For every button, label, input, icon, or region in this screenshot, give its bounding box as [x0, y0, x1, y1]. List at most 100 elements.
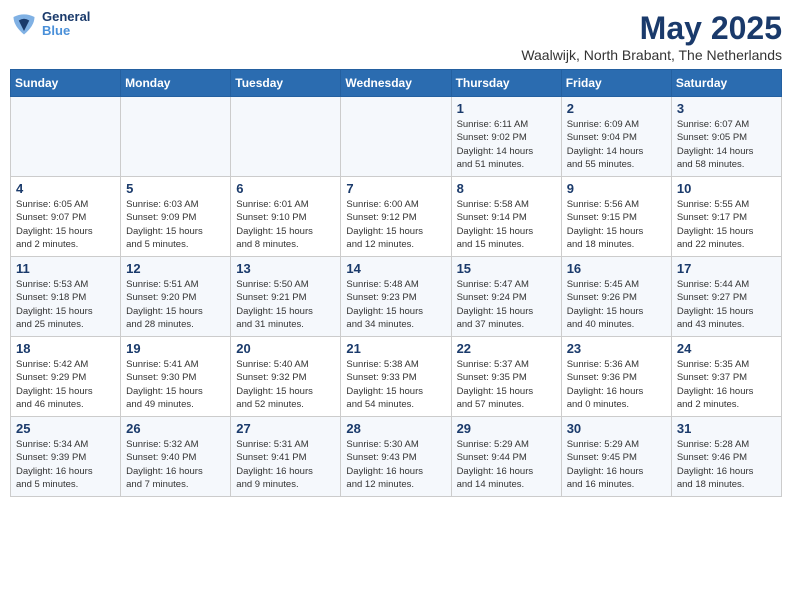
- day-of-week-header: Tuesday: [231, 70, 341, 97]
- day-info: Sunrise: 6:00 AM Sunset: 9:12 PM Dayligh…: [346, 198, 445, 251]
- calendar-cell: 18 Sunrise: 5:42 AM Sunset: 9:29 PM Dayli…: [11, 337, 121, 417]
- day-info: Sunrise: 5:37 AM Sunset: 9:35 PM Dayligh…: [457, 358, 556, 411]
- title-area: May 2025 Waalwijk, North Brabant, The Ne…: [521, 10, 782, 63]
- day-of-week-header: Monday: [121, 70, 231, 97]
- day-number: 22: [457, 341, 556, 356]
- day-of-week-header: Thursday: [451, 70, 561, 97]
- day-number: 26: [126, 421, 225, 436]
- day-number: 24: [677, 341, 776, 356]
- day-info: Sunrise: 5:44 AM Sunset: 9:27 PM Dayligh…: [677, 278, 776, 331]
- calendar-cell: 4Sunrise: 6:05 AM Sunset: 9:07 PM Daylig…: [11, 177, 121, 257]
- calendar-cell: 27 Sunrise: 5:31 AM Sunset: 9:41 PM Dayli…: [231, 417, 341, 497]
- day-of-week-header: Saturday: [671, 70, 781, 97]
- day-info: Sunrise: 5:45 AM Sunset: 9:26 PM Dayligh…: [567, 278, 666, 331]
- day-number: 19: [126, 341, 225, 356]
- day-info: Sunrise: 5:31 AM Sunset: 9:41 PM Dayligh…: [236, 438, 335, 491]
- calendar-cell: 19 Sunrise: 5:41 AM Sunset: 9:30 PM Dayli…: [121, 337, 231, 417]
- calendar-cell: 20 Sunrise: 5:40 AM Sunset: 9:32 PM Dayli…: [231, 337, 341, 417]
- day-number: 4: [16, 181, 115, 196]
- day-number: 10: [677, 181, 776, 196]
- day-number: 31: [677, 421, 776, 436]
- calendar-cell: 29Sunrise: 5:29 AM Sunset: 9:44 PM Dayli…: [451, 417, 561, 497]
- logo-text: General Blue: [42, 10, 90, 39]
- day-info: Sunrise: 5:40 AM Sunset: 9:32 PM Dayligh…: [236, 358, 335, 411]
- day-of-week-header: Wednesday: [341, 70, 451, 97]
- logo: General Blue: [10, 10, 90, 39]
- day-number: 5: [126, 181, 225, 196]
- day-info: Sunrise: 6:11 AM Sunset: 9:02 PM Dayligh…: [457, 118, 556, 171]
- calendar-cell: 30 Sunrise: 5:29 AM Sunset: 9:45 PM Dayli…: [561, 417, 671, 497]
- calendar-cell: 1Sunrise: 6:11 AM Sunset: 9:02 PM Daylig…: [451, 97, 561, 177]
- day-info: Sunrise: 6:07 AM Sunset: 9:05 PM Dayligh…: [677, 118, 776, 171]
- day-number: 30: [567, 421, 666, 436]
- calendar-cell: 21 Sunrise: 5:38 AM Sunset: 9:33 PM Dayli…: [341, 337, 451, 417]
- calendar-cell: [231, 97, 341, 177]
- calendar-cell: 9 Sunrise: 5:56 AM Sunset: 9:15 PM Daylig…: [561, 177, 671, 257]
- day-info: Sunrise: 5:55 AM Sunset: 9:17 PM Dayligh…: [677, 198, 776, 251]
- calendar-body: 1Sunrise: 6:11 AM Sunset: 9:02 PM Daylig…: [11, 97, 782, 497]
- day-info: Sunrise: 5:35 AM Sunset: 9:37 PM Dayligh…: [677, 358, 776, 411]
- day-info: Sunrise: 5:34 AM Sunset: 9:39 PM Dayligh…: [16, 438, 115, 491]
- day-of-week-header: Sunday: [11, 70, 121, 97]
- subtitle: Waalwijk, North Brabant, The Netherlands: [521, 47, 782, 63]
- day-number: 23: [567, 341, 666, 356]
- calendar-cell: 14 Sunrise: 5:48 AM Sunset: 9:23 PM Dayli…: [341, 257, 451, 337]
- calendar-week-row: 25Sunrise: 5:34 AM Sunset: 9:39 PM Dayli…: [11, 417, 782, 497]
- day-info: Sunrise: 6:03 AM Sunset: 9:09 PM Dayligh…: [126, 198, 225, 251]
- day-number: 27: [236, 421, 335, 436]
- day-info: Sunrise: 6:09 AM Sunset: 9:04 PM Dayligh…: [567, 118, 666, 171]
- calendar-cell: 13Sunrise: 5:50 AM Sunset: 9:21 PM Dayli…: [231, 257, 341, 337]
- calendar-cell: 31Sunrise: 5:28 AM Sunset: 9:46 PM Dayli…: [671, 417, 781, 497]
- calendar-cell: 6Sunrise: 6:01 AM Sunset: 9:10 PM Daylig…: [231, 177, 341, 257]
- day-number: 20: [236, 341, 335, 356]
- day-info: Sunrise: 5:36 AM Sunset: 9:36 PM Dayligh…: [567, 358, 666, 411]
- day-number: 14: [346, 261, 445, 276]
- day-of-week-header: Friday: [561, 70, 671, 97]
- calendar-week-row: 1Sunrise: 6:11 AM Sunset: 9:02 PM Daylig…: [11, 97, 782, 177]
- day-info: Sunrise: 5:50 AM Sunset: 9:21 PM Dayligh…: [236, 278, 335, 331]
- calendar-cell: 26 Sunrise: 5:32 AM Sunset: 9:40 PM Dayli…: [121, 417, 231, 497]
- calendar-cell: 11 Sunrise: 5:53 AM Sunset: 9:18 PM Dayli…: [11, 257, 121, 337]
- day-info: Sunrise: 5:32 AM Sunset: 9:40 PM Dayligh…: [126, 438, 225, 491]
- calendar-cell: 16Sunrise: 5:45 AM Sunset: 9:26 PM Dayli…: [561, 257, 671, 337]
- calendar-cell: [121, 97, 231, 177]
- calendar-cell: 24 Sunrise: 5:35 AM Sunset: 9:37 PM Dayli…: [671, 337, 781, 417]
- day-info: Sunrise: 5:51 AM Sunset: 9:20 PM Dayligh…: [126, 278, 225, 331]
- calendar-cell: 5 Sunrise: 6:03 AM Sunset: 9:09 PM Daylig…: [121, 177, 231, 257]
- day-info: Sunrise: 5:56 AM Sunset: 9:15 PM Dayligh…: [567, 198, 666, 251]
- day-number: 18: [16, 341, 115, 356]
- day-number: 2: [567, 101, 666, 116]
- calendar-cell: 22 Sunrise: 5:37 AM Sunset: 9:35 PM Dayli…: [451, 337, 561, 417]
- day-info: Sunrise: 5:29 AM Sunset: 9:45 PM Dayligh…: [567, 438, 666, 491]
- logo-icon: [10, 10, 38, 38]
- page-header: General Blue May 2025 Waalwijk, North Br…: [10, 10, 782, 63]
- day-number: 21: [346, 341, 445, 356]
- calendar-cell: 28Sunrise: 5:30 AM Sunset: 9:43 PM Dayli…: [341, 417, 451, 497]
- calendar-cell: 12Sunrise: 5:51 AM Sunset: 9:20 PM Dayli…: [121, 257, 231, 337]
- day-info: Sunrise: 5:47 AM Sunset: 9:24 PM Dayligh…: [457, 278, 556, 331]
- day-info: Sunrise: 5:48 AM Sunset: 9:23 PM Dayligh…: [346, 278, 445, 331]
- calendar-cell: 17Sunrise: 5:44 AM Sunset: 9:27 PM Dayli…: [671, 257, 781, 337]
- day-number: 15: [457, 261, 556, 276]
- day-info: Sunrise: 5:38 AM Sunset: 9:33 PM Dayligh…: [346, 358, 445, 411]
- day-info: Sunrise: 5:53 AM Sunset: 9:18 PM Dayligh…: [16, 278, 115, 331]
- calendar-cell: 25Sunrise: 5:34 AM Sunset: 9:39 PM Dayli…: [11, 417, 121, 497]
- calendar-cell: 7 Sunrise: 6:00 AM Sunset: 9:12 PM Daylig…: [341, 177, 451, 257]
- calendar-table: SundayMondayTuesdayWednesdayThursdayFrid…: [10, 69, 782, 497]
- calendar-header-row: SundayMondayTuesdayWednesdayThursdayFrid…: [11, 70, 782, 97]
- calendar-cell: 23 Sunrise: 5:36 AM Sunset: 9:36 PM Dayli…: [561, 337, 671, 417]
- calendar-cell: 15 Sunrise: 5:47 AM Sunset: 9:24 PM Dayli…: [451, 257, 561, 337]
- day-number: 9: [567, 181, 666, 196]
- calendar-cell: 10 Sunrise: 5:55 AM Sunset: 9:17 PM Dayli…: [671, 177, 781, 257]
- day-number: 7: [346, 181, 445, 196]
- day-info: Sunrise: 5:42 AM Sunset: 9:29 PM Dayligh…: [16, 358, 115, 411]
- day-number: 11: [16, 261, 115, 276]
- day-info: Sunrise: 6:01 AM Sunset: 9:10 PM Dayligh…: [236, 198, 335, 251]
- day-number: 8: [457, 181, 556, 196]
- day-number: 28: [346, 421, 445, 436]
- day-number: 29: [457, 421, 556, 436]
- main-title: May 2025: [521, 10, 782, 47]
- calendar-cell: 2 Sunrise: 6:09 AM Sunset: 9:04 PM Daylig…: [561, 97, 671, 177]
- calendar-cell: [11, 97, 121, 177]
- day-info: Sunrise: 5:41 AM Sunset: 9:30 PM Dayligh…: [126, 358, 225, 411]
